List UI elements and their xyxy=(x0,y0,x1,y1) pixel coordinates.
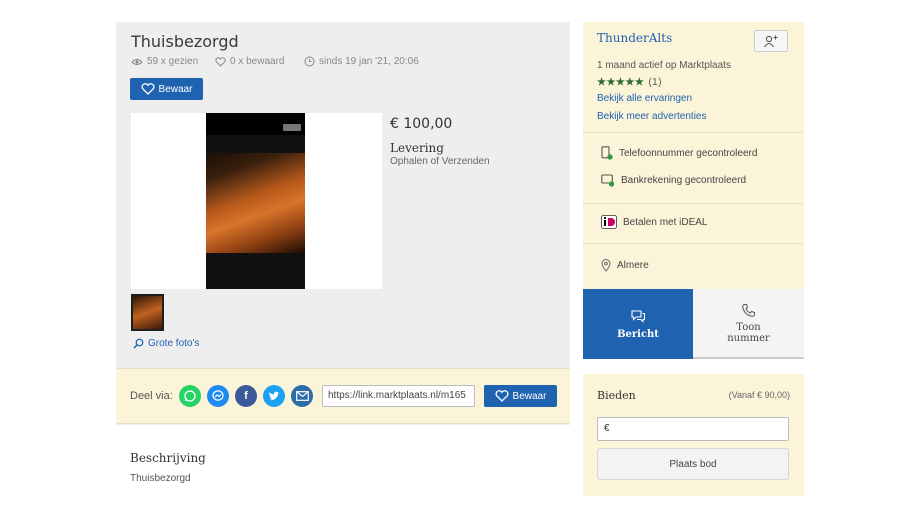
share-label: Deel via: xyxy=(130,390,173,402)
place-bid-button[interactable]: Plaats bod xyxy=(597,448,789,480)
heart-icon xyxy=(495,390,509,402)
twitter-icon[interactable] xyxy=(263,385,285,407)
jacket-image xyxy=(206,153,305,253)
seller-name[interactable]: ThunderAlts xyxy=(597,31,672,45)
saved-stat: 0 x bewaard xyxy=(215,56,304,67)
large-photos-link[interactable]: Grote foto's xyxy=(133,338,199,349)
heart-icon xyxy=(141,83,155,95)
email-icon[interactable] xyxy=(291,385,313,407)
phone-check-icon xyxy=(601,146,613,160)
show-number-button[interactable]: Toon nummer xyxy=(693,289,804,359)
show-number-line2: nummer xyxy=(727,332,770,344)
location-pin-icon xyxy=(601,259,611,272)
clock-icon xyxy=(304,56,315,67)
seller-location: Almere xyxy=(601,259,649,272)
saved-count: 0 x bewaard xyxy=(230,56,285,67)
reviews-link[interactable]: Bekijk alle ervaringen xyxy=(597,93,692,104)
listing-title: Thuisbezorgd xyxy=(131,32,239,51)
phone-verified: Telefoonnummer gecontroleerd xyxy=(601,146,757,160)
views-stat: 59 x gezien xyxy=(131,56,215,67)
delivery-label: Levering xyxy=(390,141,444,155)
since-date: sinds 19 jan '21, 20:06 xyxy=(319,56,419,67)
bank-verified: Bankrekening gecontroleerd xyxy=(601,174,746,187)
location-label: Almere xyxy=(617,260,649,271)
heart-icon xyxy=(215,56,226,67)
contact-actions: Bericht Toon nummer xyxy=(583,289,804,359)
bank-verified-label: Bankrekening gecontroleerd xyxy=(621,175,747,186)
phone-top-bar xyxy=(206,113,305,135)
price: € 100,00 xyxy=(390,116,453,132)
rating-count: (1) xyxy=(648,77,663,88)
currency-symbol: € xyxy=(604,423,610,434)
seller-active-since: 1 maand actief op Marktplaats xyxy=(597,60,731,71)
message-label: Bericht xyxy=(617,328,659,340)
listing-main: Thuisbezorgd 59 x gezien 0 x bewaard sin… xyxy=(116,22,570,496)
rating-stars: ★★★★★ xyxy=(597,77,645,88)
description-heading: Beschrijving xyxy=(130,451,206,465)
bank-check-icon xyxy=(601,174,615,187)
ideal-label: Betalen met iDEAL xyxy=(623,216,708,228)
since-stat: sinds 19 jan '21, 20:06 xyxy=(304,56,419,67)
page: Thuisbezorgd 59 x gezien 0 x bewaard sin… xyxy=(0,0,920,518)
photo-thumbnail[interactable] xyxy=(131,294,164,331)
save-button-secondary[interactable]: Bewaar xyxy=(484,385,557,407)
messenger-icon[interactable] xyxy=(207,385,229,407)
show-number-line1: Toon xyxy=(736,321,761,333)
show-number-label: Toon nummer xyxy=(727,322,770,344)
divider xyxy=(583,243,804,244)
description-section: Beschrijving Thuisbezorgd xyxy=(116,425,570,496)
save-button[interactable]: Bewaar xyxy=(130,78,203,100)
phone-button xyxy=(283,124,301,131)
message-button[interactable]: Bericht xyxy=(583,289,693,359)
divider xyxy=(583,203,804,204)
add-user-icon xyxy=(764,35,778,48)
more-ads-link[interactable]: Bekijk meer advertenties xyxy=(597,111,707,122)
bid-heading: Bieden xyxy=(597,389,636,402)
listing-meta: 59 x gezien 0 x bewaard sinds 19 jan '21… xyxy=(131,56,419,67)
facebook-icon[interactable]: f xyxy=(235,385,257,407)
ideal-icon xyxy=(601,215,617,229)
share-bar: Deel via: f https://link.marktplaats.nl/… xyxy=(116,368,570,424)
save-button-label: Bewaar xyxy=(512,390,547,402)
phone-icon xyxy=(742,303,755,317)
main-photo[interactable] xyxy=(131,113,382,289)
divider xyxy=(583,132,804,133)
large-photos-label: Grote foto's xyxy=(148,338,200,349)
phone-screenshot-image xyxy=(206,113,305,289)
bid-panel: Bieden (Vanaf € 90,00) € Plaats bod xyxy=(583,374,804,496)
eye-icon xyxy=(131,58,143,65)
chat-icon xyxy=(631,309,646,323)
delivery-value: Ophalen of Verzenden xyxy=(390,156,490,167)
bid-minimum: (Vanaf € 90,00) xyxy=(728,390,790,400)
views-count: 59 x gezien xyxy=(147,56,199,67)
save-button-label: Bewaar xyxy=(158,83,193,95)
share-link-input[interactable]: https://link.marktplaats.nl/m165 xyxy=(322,385,475,407)
magnifier-icon xyxy=(133,338,144,349)
whatsapp-icon[interactable] xyxy=(179,385,201,407)
bid-amount-input[interactable]: € xyxy=(597,417,789,441)
ideal-payment: Betalen met iDEAL xyxy=(601,215,708,229)
phone-verified-label: Telefoonnummer gecontroleerd xyxy=(619,147,758,159)
description-text: Thuisbezorgd xyxy=(130,473,191,484)
follow-seller-button[interactable] xyxy=(754,30,788,52)
seller-rating: ★★★★★ (1) xyxy=(597,77,662,88)
